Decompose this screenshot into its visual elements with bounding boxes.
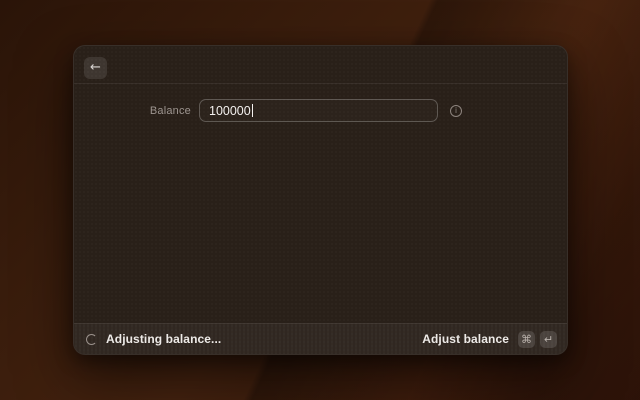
balance-input[interactable]: 100000 xyxy=(199,99,438,122)
info-icon[interactable]: i xyxy=(450,105,462,117)
status-group: Adjusting balance... xyxy=(86,332,221,346)
loading-spinner-icon xyxy=(86,334,97,345)
desktop-wallpaper: { "window": { "header": { "back_icon_gly… xyxy=(0,0,640,400)
balance-field-label: Balance xyxy=(74,105,191,117)
window-header: ← xyxy=(74,46,567,84)
primary-action[interactable]: Adjust balance ⌘ ↵ xyxy=(422,331,557,348)
form-panel: Balance 100000 i xyxy=(74,84,567,323)
primary-action-label: Adjust balance xyxy=(422,332,509,346)
app-window: ← Balance 100000 i Adjusting balance... … xyxy=(73,45,568,355)
enter-key-icon: ↵ xyxy=(540,331,557,348)
text-caret xyxy=(252,104,253,117)
cmd-key-icon: ⌘ xyxy=(518,331,535,348)
balance-form-row: Balance 100000 i xyxy=(74,99,567,122)
status-text: Adjusting balance... xyxy=(106,332,221,346)
balance-input-value: 100000 xyxy=(209,104,251,118)
back-arrow-icon: ← xyxy=(90,61,101,74)
back-button[interactable]: ← xyxy=(84,57,107,79)
status-bar: Adjusting balance... Adjust balance ⌘ ↵ xyxy=(74,323,567,354)
